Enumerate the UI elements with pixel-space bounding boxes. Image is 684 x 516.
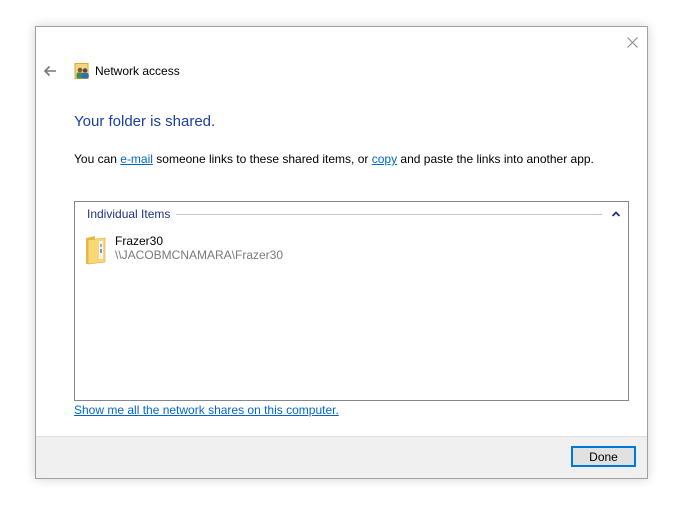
email-link[interactable]: e-mail [120, 152, 153, 166]
copy-link[interactable]: copy [372, 152, 397, 166]
show-network-shares-link[interactable]: Show me all the network shares on this c… [74, 403, 339, 417]
group-divider [176, 213, 602, 215]
folder-icon [86, 236, 106, 265]
item-name: Frazer30 [115, 234, 164, 248]
page-heading: Your folder is shared. [74, 113, 216, 130]
description-text: You can e-mail someone links to these sh… [74, 152, 594, 166]
network-users-icon [74, 63, 89, 79]
network-access-dialog: Network access Your folder is shared. Yo… [35, 26, 648, 479]
group-label: Individual Items [87, 207, 171, 221]
close-icon [626, 36, 638, 48]
title-bar: Network access [74, 63, 180, 79]
done-button[interactable]: Done [571, 446, 636, 467]
description-part-2: someone links to these shared items, or [152, 152, 372, 166]
item-path: \\JACOBMCNAMARA\Frazer30 [115, 248, 284, 262]
chevron-up-icon [612, 211, 620, 217]
collapse-group-button[interactable] [610, 209, 622, 219]
close-button[interactable] [623, 33, 641, 51]
group-header: Individual Items [87, 207, 622, 221]
dialog-footer: Done [36, 436, 647, 478]
window-title: Network access [95, 64, 180, 78]
back-button[interactable] [43, 65, 59, 79]
back-arrow-icon [43, 65, 56, 77]
list-item[interactable]: Frazer30 \\JACOBMCNAMARA\Frazer30 [85, 234, 284, 265]
description-part-3: and paste the links into another app. [397, 152, 594, 166]
description-part-1: You can [74, 152, 121, 166]
shared-items-list[interactable]: Individual Items Frazer30 \\JACOBMCNAMAR… [74, 201, 629, 401]
